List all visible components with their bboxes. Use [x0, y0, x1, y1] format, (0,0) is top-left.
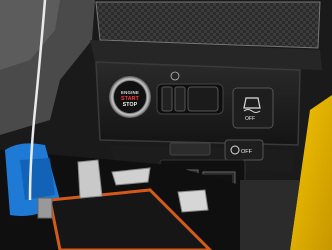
- pedal-left: [77, 159, 103, 199]
- traction-off-label: OFF: [245, 116, 255, 122]
- car-dashboard-photo: ENGINE START STOP OFF OFF: [0, 0, 332, 250]
- start-button-label-engine: ENGINE: [120, 90, 140, 95]
- start-button-label-stop: STOP: [122, 102, 138, 108]
- auto-stop-off-label: OFF: [241, 149, 252, 155]
- dashboard-scene: [0, 0, 332, 250]
- pedal-right: [177, 189, 209, 213]
